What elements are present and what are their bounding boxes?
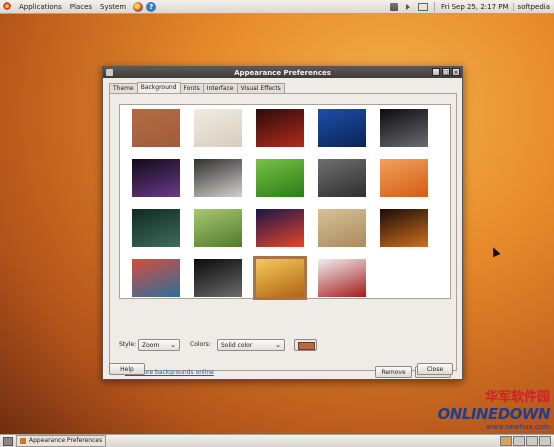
system-tray: Fri Sep 25, 2:17 PM softpedia: [386, 1, 554, 12]
firefox-icon[interactable]: [133, 1, 144, 12]
close-window-button[interactable]: ×: [452, 68, 460, 76]
background-panel: Style: Zoom ⌄ Colors: Solid color ⌄ Get …: [109, 93, 457, 378]
wallpaper-thumb-hearts[interactable]: [194, 109, 242, 147]
colors-label: Colors:: [190, 341, 211, 348]
mouse-cursor-icon: [489, 245, 501, 258]
wallpaper-thumb-colored-pencils[interactable]: [132, 259, 180, 297]
colors-value: Solid color: [221, 342, 253, 349]
wallpaper-thumb-green-leaf[interactable]: [194, 209, 242, 247]
wallpaper-thumb-solid-brown[interactable]: [132, 109, 180, 147]
color-swatch: [298, 342, 315, 350]
watermark-brand: ONLINEDOWN: [437, 405, 550, 423]
wallpaper-thumb-tulip[interactable]: [318, 259, 366, 297]
wallpaper-thumb-hands[interactable]: [194, 159, 242, 197]
window-title: Appearance Preferences: [234, 68, 331, 77]
main-menu: Applications Places System ?: [0, 1, 157, 12]
wallpaper-thumb-sunset[interactable]: [256, 209, 304, 247]
wallpaper-thumb-splash[interactable]: [194, 259, 242, 297]
colors-combo[interactable]: Solid color ⌄: [217, 339, 285, 351]
taskbar-item-appearance[interactable]: Appearance Preferences: [16, 435, 107, 447]
ubuntu-logo-icon[interactable]: [2, 2, 12, 11]
minimize-button[interactable]: _: [432, 68, 440, 76]
wallpaper-thumb-orange-flower[interactable]: [380, 159, 428, 197]
appearance-preferences-window: Appearance Preferences _ □ × Theme Backg…: [102, 66, 463, 380]
remove-button[interactable]: Remove: [375, 366, 412, 378]
workspace-4[interactable]: [539, 436, 551, 446]
close-button[interactable]: Close: [417, 363, 453, 375]
help-icon[interactable]: ?: [146, 1, 157, 12]
wallpaper-thumb-dark-orange-rays[interactable]: [380, 209, 428, 247]
help-button[interactable]: Help: [109, 363, 145, 375]
mail-icon[interactable]: [418, 2, 428, 11]
wallpaper-thumb-grey-stone[interactable]: [318, 159, 366, 197]
show-desktop-icon[interactable]: [3, 436, 13, 446]
watermark-url: www.newhua.com: [486, 423, 550, 431]
chevron-down-icon: ⌄: [275, 341, 281, 349]
watermark: 华军软件园 ONLINEDOWN www.newhua.com: [437, 386, 550, 431]
user-menu[interactable]: softpedia: [512, 2, 554, 11]
wallpaper-thumb-red-berries[interactable]: [256, 109, 304, 147]
applications-menu[interactable]: Applications: [15, 3, 66, 11]
appearance-icon: [20, 438, 26, 444]
system-menu[interactable]: System: [96, 3, 130, 11]
window-titlebar[interactable]: Appearance Preferences _ □ ×: [103, 67, 462, 78]
volume-icon[interactable]: [406, 3, 410, 10]
taskbar-item-label: Appearance Preferences: [29, 437, 103, 444]
wallpaper-thumb-sand-dunes[interactable]: [318, 209, 366, 247]
workspace-1[interactable]: [500, 436, 512, 446]
network-icon[interactable]: [390, 2, 398, 11]
wallpaper-thumb-blue-sky[interactable]: [318, 109, 366, 147]
maximize-button[interactable]: □: [442, 68, 450, 76]
workspace-2[interactable]: [513, 436, 525, 446]
window-controls: _ □ ×: [432, 68, 460, 76]
wallpaper-thumb-lotus[interactable]: [132, 159, 180, 197]
clock[interactable]: Fri Sep 25, 2:17 PM: [437, 3, 513, 11]
wallpaper-thumb-galaxy[interactable]: [380, 109, 428, 147]
window-icon: [106, 69, 113, 76]
places-menu[interactable]: Places: [66, 3, 96, 11]
watermark-chinese: 华军软件园: [484, 390, 550, 405]
workspace-switcher[interactable]: [500, 436, 551, 446]
wallpaper-grid[interactable]: [119, 104, 451, 300]
wallpaper-thumb-gold-gradient[interactable]: [253, 256, 307, 300]
chevron-down-icon: ⌄: [170, 341, 176, 349]
wallpaper-thumb-green-grass[interactable]: [256, 159, 304, 197]
tray-separator: [434, 1, 435, 12]
wallpaper-thumb-water-drops[interactable]: [132, 209, 180, 247]
style-combo[interactable]: Zoom ⌄: [138, 339, 180, 351]
workspace-3[interactable]: [526, 436, 538, 446]
bottom-panel: Appearance Preferences: [0, 434, 554, 447]
top-panel: Applications Places System ? Fri Sep 25,…: [0, 0, 554, 14]
style-value: Zoom: [142, 342, 160, 349]
style-label: Style:: [119, 341, 137, 348]
color-picker-button[interactable]: [294, 339, 317, 351]
